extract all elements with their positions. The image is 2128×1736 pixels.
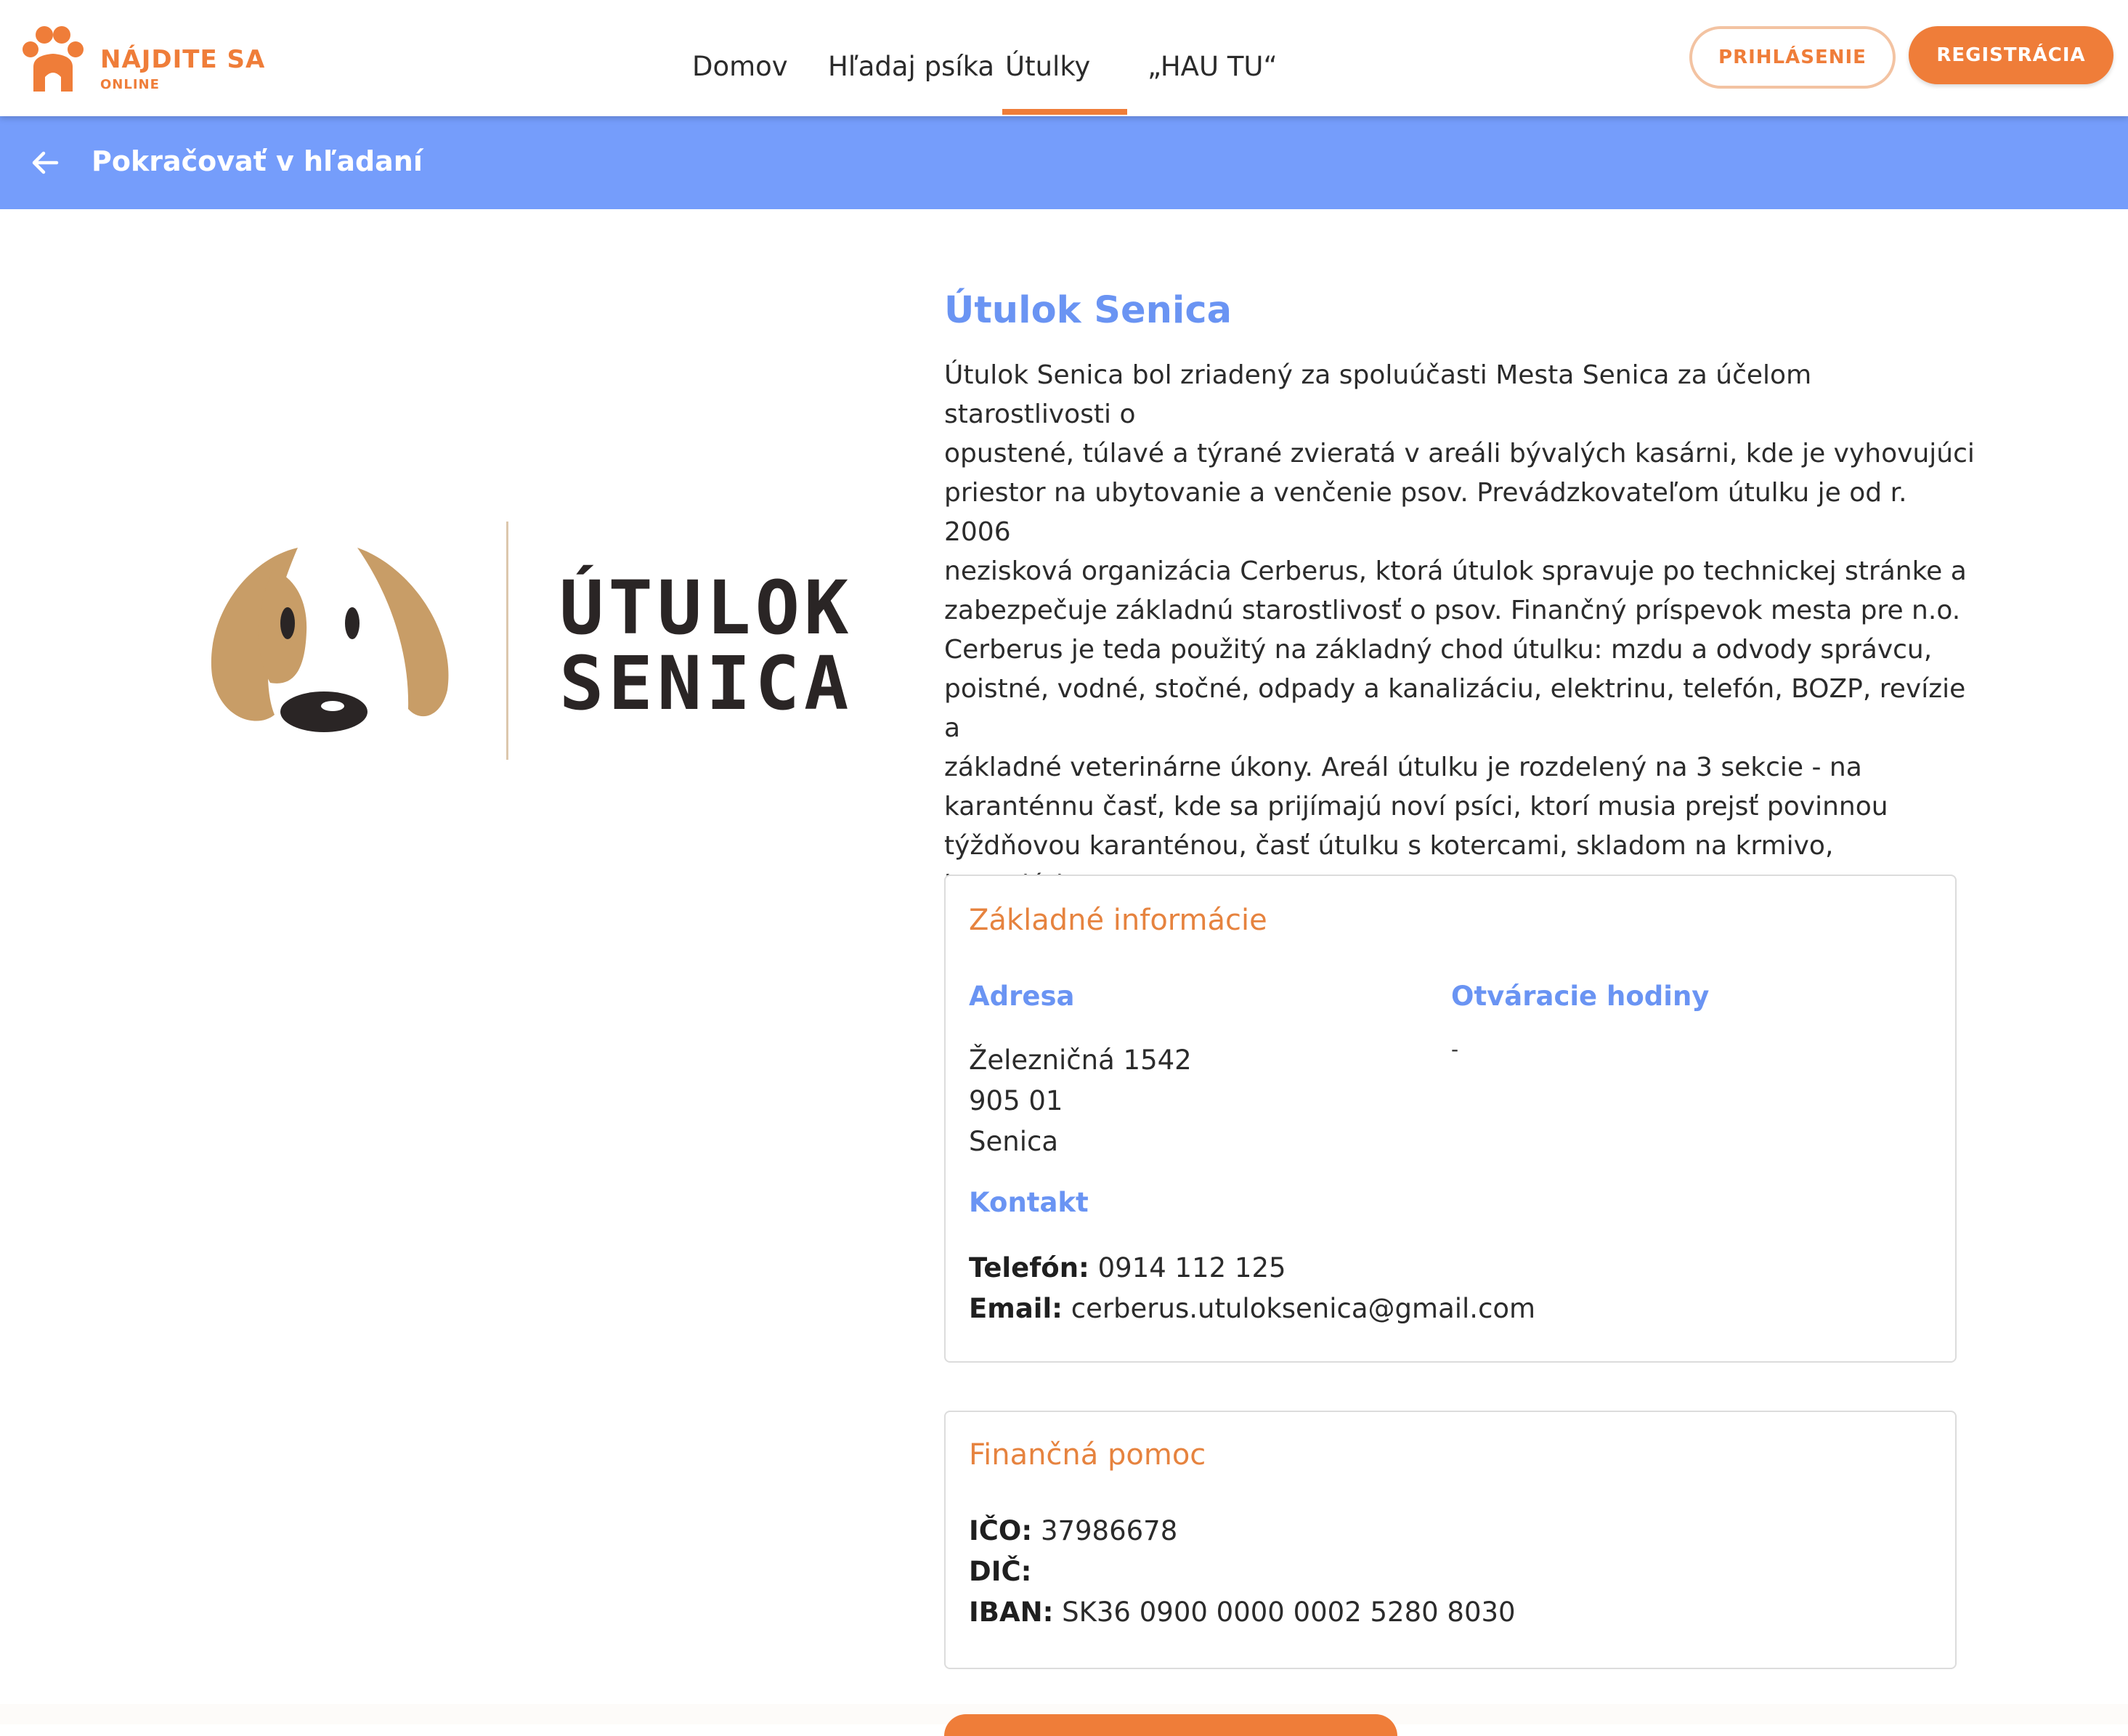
nav-active-indicator <box>1002 109 1127 115</box>
financial-help-title: Finančná pomoc <box>969 1438 1206 1472</box>
nav-item-home[interactable]: Domov <box>692 51 788 82</box>
contact-email-row: Email: cerberus.utuloksenica@gmail.com <box>969 1293 1535 1324</box>
shelter-title: Útulok Senica <box>944 289 1232 332</box>
arrow-left-icon[interactable] <box>31 148 60 177</box>
email-label: Email: <box>969 1293 1063 1324</box>
nav-item-shelters[interactable]: Útulky <box>1005 51 1090 82</box>
ico-value: 37986678 <box>1040 1515 1178 1546</box>
ico-row: IČO: 37986678 <box>969 1515 1177 1546</box>
phone-label: Telefón: <box>969 1252 1089 1283</box>
contact-phone-row: Telefón: 0914 112 125 <box>969 1252 1286 1283</box>
logo-divider <box>506 522 508 760</box>
ico-label: IČO: <box>969 1515 1033 1546</box>
phone-value[interactable]: 0914 112 125 <box>1098 1252 1286 1283</box>
opening-hours-value: - <box>1451 1037 1459 1061</box>
basic-info-title: Základné informácie <box>969 904 1267 937</box>
nav-item-hau-tu[interactable]: „HAU TU“ <box>1148 51 1278 82</box>
login-button[interactable]: PRIHLÁSENIE <box>1689 26 1896 89</box>
site-logo[interactable]: NÁJDITE SA ONLINE <box>20 23 264 96</box>
cta-button-partial[interactable] <box>944 1714 1397 1736</box>
paw-house-logo-icon <box>23 26 84 92</box>
contact-heading: Kontakt <box>969 1187 1089 1218</box>
address-line-city: Senica <box>969 1126 1058 1157</box>
dog-face-logo-icon <box>211 548 449 732</box>
address-line-zip: 905 01 <box>969 1085 1063 1116</box>
address-heading: Adresa <box>969 981 1075 1012</box>
dic-row: DIČ: <box>969 1556 1031 1587</box>
shelter-logo: ÚTULOK SENICA <box>203 508 857 770</box>
basic-info-card: Základné informácie Adresa Železničná 15… <box>944 875 1957 1363</box>
nav-item-find-dog[interactable]: Hľadaj psíka <box>828 51 994 82</box>
email-value[interactable]: cerberus.utuloksenica@gmail.com <box>1071 1293 1535 1324</box>
financial-help-card: Finančná pomoc IČO: 37986678 DIČ: IBAN: … <box>944 1411 1957 1669</box>
opening-hours-heading: Otváracie hodiny <box>1451 981 1710 1012</box>
logo-subtitle: ONLINE <box>100 77 160 92</box>
shelter-logo-line1: ÚTULOK <box>559 565 853 652</box>
back-to-search-label[interactable]: Pokračovať v hľadaní <box>92 145 423 177</box>
shelter-logo-line2: SENICA <box>559 641 853 727</box>
address-line-street: Železničná 1542 <box>969 1045 1192 1076</box>
dic-label: DIČ: <box>969 1556 1032 1587</box>
iban-value: SK36 0900 0000 0002 5280 8030 <box>1062 1597 1516 1628</box>
shelter-logo-line1-text: ÚTULOK <box>559 565 853 652</box>
logo-title: NÁJDITE SA <box>100 45 266 74</box>
back-to-search-bar[interactable]: Pokračovať v hľadaní <box>0 116 2128 209</box>
top-navbar: NÁJDITE SA ONLINE Domov Hľadaj psíka Útu… <box>0 0 2128 116</box>
iban-label: IBAN: <box>969 1597 1054 1628</box>
iban-row: IBAN: SK36 0900 0000 0002 5280 8030 <box>969 1597 1516 1628</box>
register-button[interactable]: REGISTRÁCIA <box>1909 26 2113 84</box>
